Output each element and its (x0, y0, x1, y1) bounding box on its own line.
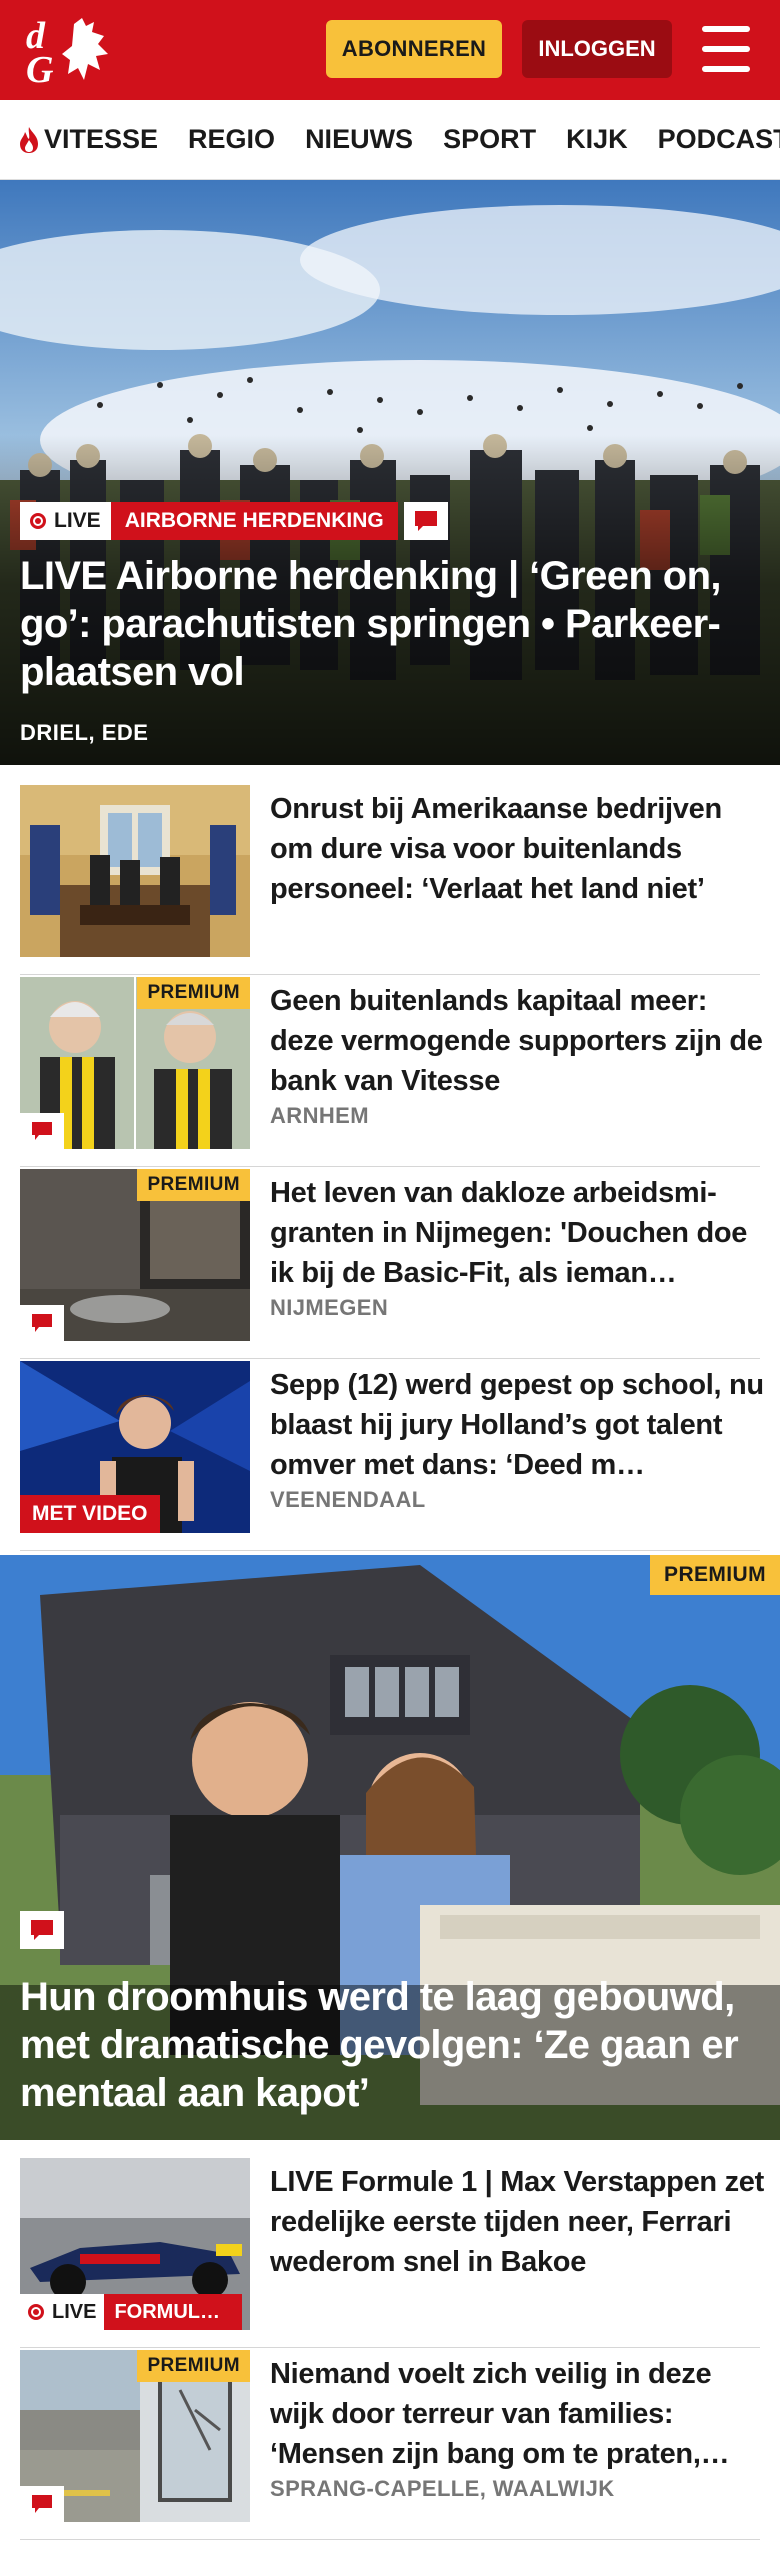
article-title[interactable]: Niemand voelt zich veilig in deze wijk d… (270, 2354, 765, 2474)
comment-icon (20, 1911, 64, 1949)
comment-icon (20, 2486, 64, 2522)
nav-item-kijk[interactable]: KIJK (566, 124, 628, 155)
hero-tags: LIVE AIRBORNE HERDENKING (20, 502, 448, 540)
article-thumbnail: PREMIUM (20, 2350, 250, 2522)
subscribe-button[interactable]: ABONNEREN (326, 20, 502, 78)
article-title[interactable]: Geen buitenlands kapitaal meer: deze ver… (270, 981, 765, 1101)
nav-item-vitesse[interactable]: VITESSE (18, 124, 158, 155)
oval-office-image (20, 785, 250, 957)
article-thumbnail: PREMIUM (20, 977, 250, 1149)
article-thumbnail: MET VIDEO (20, 1361, 250, 1533)
article-title[interactable]: Sepp (12) werd gepest op school, nu blaa… (270, 1365, 765, 1485)
live-dot-icon (28, 2304, 44, 2320)
live-badge: LIVE (20, 2294, 105, 2330)
article-item[interactable]: LIVE FORMUL… LIVE Formule 1 | Max Versta… (20, 2158, 764, 2348)
comment-icon (20, 1305, 64, 1341)
nav-item-sport[interactable]: SPORT (443, 124, 536, 155)
nav-item-regio[interactable]: REGIO (188, 124, 275, 155)
flame-icon (20, 126, 38, 153)
login-button[interactable]: INLOGGEN (522, 20, 672, 78)
premium-badge: PREMIUM (137, 977, 250, 1009)
logo[interactable]: d G (24, 14, 116, 91)
article-item[interactable]: PREMIUM Het leven van dakloze arbeidsmi­… (20, 1169, 760, 1359)
live-label: LIVE (54, 509, 101, 532)
nav-item-nieuws[interactable]: NIEUWS (305, 124, 413, 155)
article-title[interactable]: LIVE Formule 1 | Max Verstappen zet rede… (270, 2162, 765, 2282)
live-dot-icon (30, 513, 46, 529)
live-badge: LIVE (20, 502, 111, 540)
article-location: NIJMEGEN (270, 1295, 389, 1320)
premium-badge: PREMIUM (137, 1169, 250, 1201)
svg-text:G: G (26, 49, 54, 86)
hero-title[interactable]: LIVE Airborne herdenking | ‘Green on, go… (20, 552, 765, 696)
article-thumbnail: LIVE FORMUL… (20, 2158, 250, 2330)
article-location: ARNHEM (270, 1103, 369, 1128)
category-badge: FORMUL… (104, 2294, 243, 2330)
article-title[interactable]: Het leven van dakloze arbeidsmi­granten … (270, 1173, 765, 1293)
article-location: SPRANG-CAPELLE, WAALWIJK (270, 2476, 615, 2501)
live-label: LIVE (52, 2300, 97, 2323)
section-nav: VITESSE REGIO NIEUWS SPORT KIJK PODCAST (0, 100, 780, 180)
article-item[interactable]: PREMIUM Niemand voelt zich veilig in dez… (20, 2350, 760, 2540)
thumb-live-tags: LIVE FORMUL… (20, 2294, 243, 2330)
hero-article[interactable]: LIVE AIRBORNE HERDENKING LIVE Airborne h… (0, 180, 780, 765)
article-thumbnail: PREMIUM (20, 1169, 250, 1341)
hamburger-menu-icon[interactable] (696, 22, 756, 76)
feature-title[interactable]: Hun droomhuis werd te laag gebouwd, met … (20, 1973, 765, 2117)
article-item[interactable]: Onrust bij Amerikaanse bedrijven om dure… (20, 785, 760, 975)
nav-item-podcast[interactable]: PODCAST (658, 124, 780, 155)
hero-location: DRIEL, EDE (20, 720, 149, 745)
comment-icon (403, 502, 448, 540)
category-badge: AIRBORNE HERDENKING (110, 502, 398, 540)
article-item[interactable]: MET VIDEO Sepp (12) werd gepest op schoo… (20, 1361, 764, 1551)
video-badge: MET VIDEO (20, 1495, 160, 1533)
feature-article[interactable]: PREMIUM Hun droomhuis werd te laag gebou… (0, 1555, 780, 2140)
premium-badge: PREMIUM (650, 1555, 780, 1595)
premium-badge: PREMIUM (137, 2350, 250, 2382)
article-title[interactable]: Onrust bij Amerikaanse bedrijven om dure… (270, 789, 765, 909)
article-thumbnail (20, 785, 250, 957)
article-item[interactable]: PREMIUM Geen buitenlands kapitaal meer: … (20, 977, 763, 1167)
article-location: VEENENDAAL (270, 1487, 426, 1512)
site-header: d G ABONNEREN INLOGGEN (0, 0, 780, 100)
nav-item-label: VITESSE (44, 124, 159, 154)
comment-icon (20, 1113, 64, 1149)
